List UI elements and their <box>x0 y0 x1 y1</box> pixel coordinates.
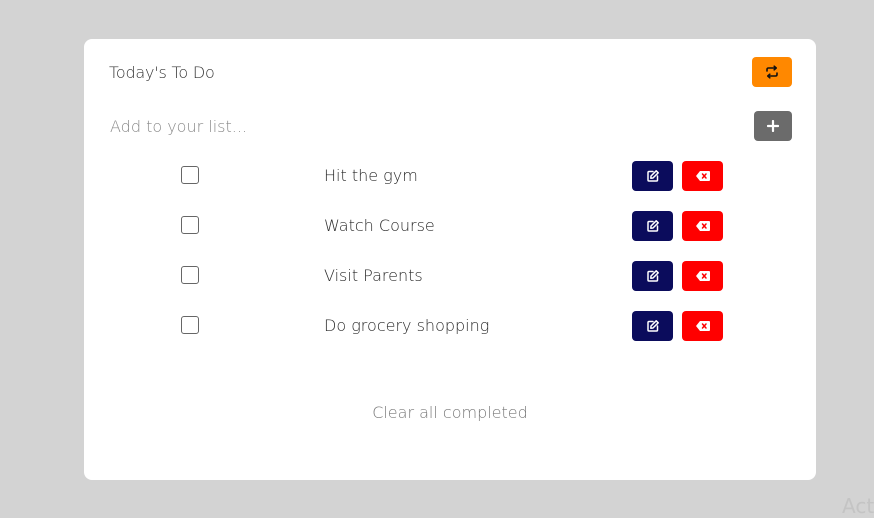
todo-checkbox[interactable] <box>181 166 199 184</box>
add-todo-input[interactable] <box>110 113 710 139</box>
edit-icon <box>646 270 659 282</box>
page-title: Today's To Do <box>109 63 215 82</box>
delete-button[interactable] <box>682 311 723 341</box>
backspace-delete-icon <box>695 221 710 231</box>
todo-checkbox[interactable] <box>181 266 199 284</box>
todo-card: Today's To Do Hit the gym Watch Course Vis… <box>84 39 816 480</box>
add-todo-button[interactable] <box>754 111 792 141</box>
todo-item: Visit Parents <box>84 261 816 291</box>
edit-button[interactable] <box>632 311 673 341</box>
edit-icon <box>646 320 659 332</box>
edit-icon <box>646 220 659 232</box>
delete-button[interactable] <box>682 211 723 241</box>
edit-button[interactable] <box>632 211 673 241</box>
edit-button[interactable] <box>632 261 673 291</box>
plus-icon <box>767 120 779 132</box>
todo-item: Hit the gym <box>84 161 816 191</box>
activation-watermark: Acti <box>842 494 874 518</box>
edit-button[interactable] <box>632 161 673 191</box>
backspace-delete-icon <box>695 321 710 331</box>
clear-completed-link[interactable]: Clear all completed <box>84 403 816 422</box>
todo-text: Hit the gym <box>324 166 418 185</box>
delete-button[interactable] <box>682 161 723 191</box>
todo-text: Do grocery shopping <box>324 316 490 335</box>
backspace-delete-icon <box>695 271 710 281</box>
todo-text: Watch Course <box>324 216 435 235</box>
todo-text: Visit Parents <box>324 266 423 285</box>
edit-icon <box>646 170 659 182</box>
todo-item: Do grocery shopping <box>84 311 816 341</box>
backspace-delete-icon <box>695 171 710 181</box>
todo-checkbox[interactable] <box>181 316 199 334</box>
todo-checkbox[interactable] <box>181 216 199 234</box>
delete-button[interactable] <box>682 261 723 291</box>
refresh-button[interactable] <box>752 57 792 87</box>
todo-item: Watch Course <box>84 211 816 241</box>
refresh-arrows-icon <box>766 65 778 79</box>
